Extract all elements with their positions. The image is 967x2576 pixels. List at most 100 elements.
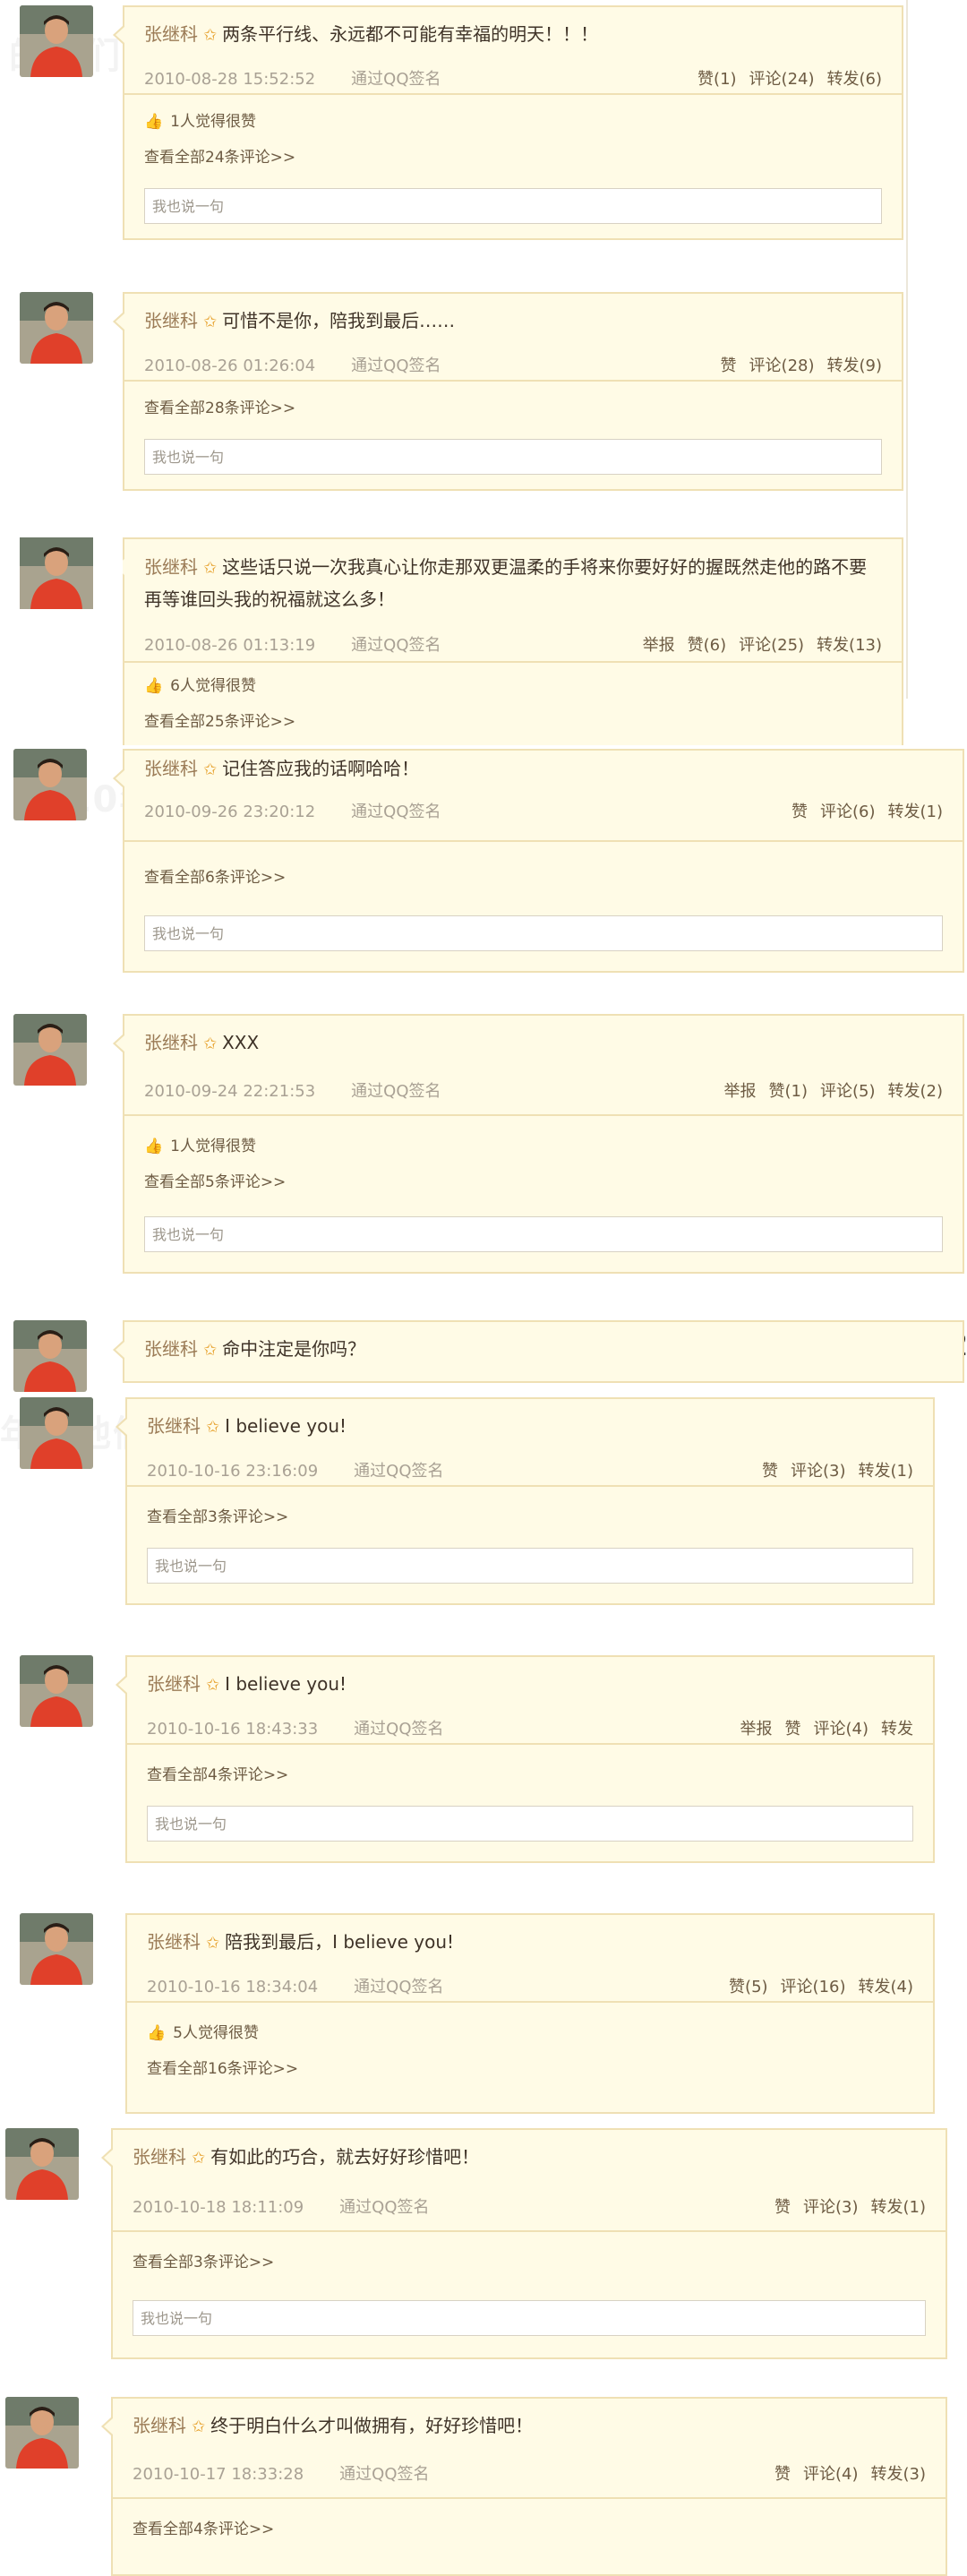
view-all-comments-link[interactable]: 查看全部5条评论>>	[144, 1164, 943, 1200]
post: 张继科 ✩ 陪我到最后，I believe you! 2010-10-16 18:3…	[20, 1913, 935, 2114]
likes-summary: 👍 5人觉得很赞	[147, 2015, 913, 2051]
avatar[interactable]	[20, 5, 93, 77]
forward-button[interactable]: 转发(9)	[827, 356, 883, 375]
forward-button[interactable]: 转发(13)	[817, 636, 882, 655]
view-all-comments-link[interactable]: 查看全部6条评论>>	[144, 860, 943, 896]
forward-button[interactable]: 转发(3)	[871, 2465, 927, 2484]
forward-button[interactable]: 转发(4)	[859, 1978, 914, 1996]
username[interactable]: 张继科	[144, 1338, 198, 1360]
forward-button[interactable]: 转发(1)	[871, 2198, 927, 2217]
view-all-comments-link[interactable]: 查看全部28条评论>>	[144, 391, 882, 426]
vip-star-icon: ✩	[206, 1934, 220, 1953]
like-button[interactable]: 赞(6)	[688, 636, 727, 655]
vip-star-icon: ✩	[203, 1341, 218, 1360]
vip-star-icon: ✩	[206, 1676, 220, 1695]
username[interactable]: 张继科	[147, 1673, 201, 1695]
report-button[interactable]: 举报	[740, 1720, 773, 1739]
like-button[interactable]: 赞	[785, 1720, 801, 1739]
vip-star-icon: ✩	[206, 1418, 220, 1437]
view-all-comments-link[interactable]: 查看全部3条评论>>	[147, 1499, 913, 1535]
reply-input[interactable]: 我也说一句	[144, 1216, 943, 1252]
post-time: 2010-10-18 18:11:09	[133, 2198, 304, 2217]
post-text: 有如此的巧合，就去好好珍惜吧！	[210, 2146, 480, 2168]
forward-button[interactable]: 转发(1)	[888, 803, 944, 821]
avatar[interactable]	[5, 2397, 79, 2469]
username[interactable]: 张继科	[147, 1931, 201, 1953]
view-all-comments-link[interactable]: 查看全部25条评论>>	[144, 704, 882, 740]
avatar[interactable]	[20, 1913, 93, 1985]
username[interactable]: 张继科	[144, 310, 198, 331]
comment-button[interactable]: 评论(24)	[749, 70, 815, 89]
comment-button[interactable]: 评论(28)	[749, 356, 815, 375]
view-all-comments-link[interactable]: 查看全部16条评论>>	[147, 2051, 913, 2087]
username[interactable]: 张继科	[133, 2415, 186, 2436]
avatar[interactable]	[20, 1655, 93, 1727]
username[interactable]: 张继科	[147, 1415, 201, 1437]
like-button[interactable]: 赞	[762, 1462, 778, 1481]
avatar[interactable]	[13, 1014, 87, 1086]
view-all-comments-link[interactable]: 查看全部4条评论>>	[133, 2512, 926, 2547]
username[interactable]: 张继科	[144, 758, 198, 779]
forward-button[interactable]: 转发(2)	[888, 1082, 944, 1101]
username[interactable]: 张继科	[133, 2146, 186, 2168]
reply-input[interactable]: 我也说一句	[147, 1548, 913, 1584]
column-divider	[906, 0, 908, 699]
comment-button[interactable]: 评论(16)	[781, 1978, 846, 1996]
likes-count-text: 6人觉得很赞	[170, 677, 256, 695]
comment-button[interactable]: 评论(3)	[791, 1462, 846, 1481]
reply-input[interactable]: 我也说一句	[144, 188, 882, 224]
view-all-comments-link[interactable]: 查看全部3条评论>>	[133, 2245, 926, 2280]
post: 张继科 ✩ 记住答应我的话啊哈哈！ 2010-09-26 23:20:12 通过QQ签…	[13, 749, 964, 973]
avatar[interactable]	[13, 749, 87, 820]
post-source: 通过QQ签名	[354, 1462, 444, 1481]
post: 张继科 ✩ 可惜不是你，陪我到最后…… 2010-08-26 01:26:04 通过Q…	[20, 292, 903, 491]
view-all-comments-link[interactable]: 查看全部4条评论>>	[147, 1757, 913, 1793]
report-button[interactable]: 举报	[724, 1082, 757, 1101]
vip-star-icon: ✩	[203, 313, 218, 331]
likes-count-text: 1人觉得很赞	[170, 113, 256, 131]
post-source: 通过QQ签名	[351, 803, 441, 821]
post-text: 记住答应我的话啊哈哈！	[222, 758, 420, 779]
post: 张继科 ✩ 有如此的巧合，就去好好珍惜吧！ 2010-10-18 18:11:09 通…	[5, 2128, 947, 2359]
report-button[interactable]: 举报	[643, 636, 675, 655]
like-button[interactable]: 赞	[792, 803, 808, 821]
likes-summary: 👍 1人觉得很赞	[144, 1129, 943, 1164]
like-button[interactable]: 赞(5)	[729, 1978, 768, 1996]
view-all-comments-link[interactable]: 查看全部24条评论>>	[144, 140, 882, 176]
post-time: 2010-08-26 01:13:19	[144, 636, 316, 655]
avatar[interactable]	[20, 292, 93, 364]
forward-button[interactable]: 转发(6)	[827, 70, 883, 89]
post: 张继科 ✩ 命中注定是你吗？	[13, 1320, 964, 1392]
comment-button[interactable]: 评论(25)	[739, 636, 804, 655]
post: 张继科 ✩ I believe you! 2010-10-16 23:16:09 通过…	[20, 1397, 935, 1605]
post-source: 通过QQ签名	[339, 2198, 430, 2217]
username[interactable]: 张继科	[144, 1032, 198, 1053]
reply-input[interactable]: 我也说一句	[144, 915, 943, 951]
like-button[interactable]: 赞	[721, 356, 737, 375]
reply-input[interactable]: 我也说一句	[147, 1806, 913, 1842]
like-button[interactable]: 赞	[774, 2465, 791, 2484]
post-source: 通过QQ签名	[339, 2465, 430, 2484]
vip-star-icon: ✩	[203, 26, 218, 45]
avatar[interactable]	[13, 1320, 87, 1392]
post-source: 通过QQ签名	[354, 1720, 444, 1739]
comment-button[interactable]: 评论(5)	[820, 1082, 876, 1101]
like-button[interactable]: 赞(1)	[769, 1082, 809, 1101]
username[interactable]: 张继科	[144, 23, 198, 45]
avatar[interactable]	[20, 1397, 93, 1469]
reply-input[interactable]: 我也说一句	[144, 439, 882, 475]
forward-button[interactable]: 转发	[881, 1720, 913, 1739]
username[interactable]: 张继科	[144, 556, 198, 578]
post-text: I believe you!	[225, 1415, 347, 1437]
forward-button[interactable]: 转发(1)	[859, 1462, 914, 1481]
comment-button[interactable]: 评论(4)	[814, 1720, 869, 1739]
like-button[interactable]: 赞(1)	[697, 70, 737, 89]
comment-button[interactable]: 评论(4)	[803, 2465, 859, 2484]
comment-button[interactable]: 评论(3)	[803, 2198, 859, 2217]
avatar[interactable]	[5, 2128, 79, 2200]
post-text: 两条平行线、永远都不可能有幸福的明天！！！	[222, 23, 599, 45]
comment-button[interactable]: 评论(6)	[820, 803, 876, 821]
post-text: 这些话只说一次我真心让你走那双更温柔的手将来你要好好的握既然走他的路不要再等谁回…	[144, 556, 868, 610]
reply-input[interactable]: 我也说一句	[133, 2300, 926, 2336]
like-button[interactable]: 赞	[774, 2198, 791, 2217]
